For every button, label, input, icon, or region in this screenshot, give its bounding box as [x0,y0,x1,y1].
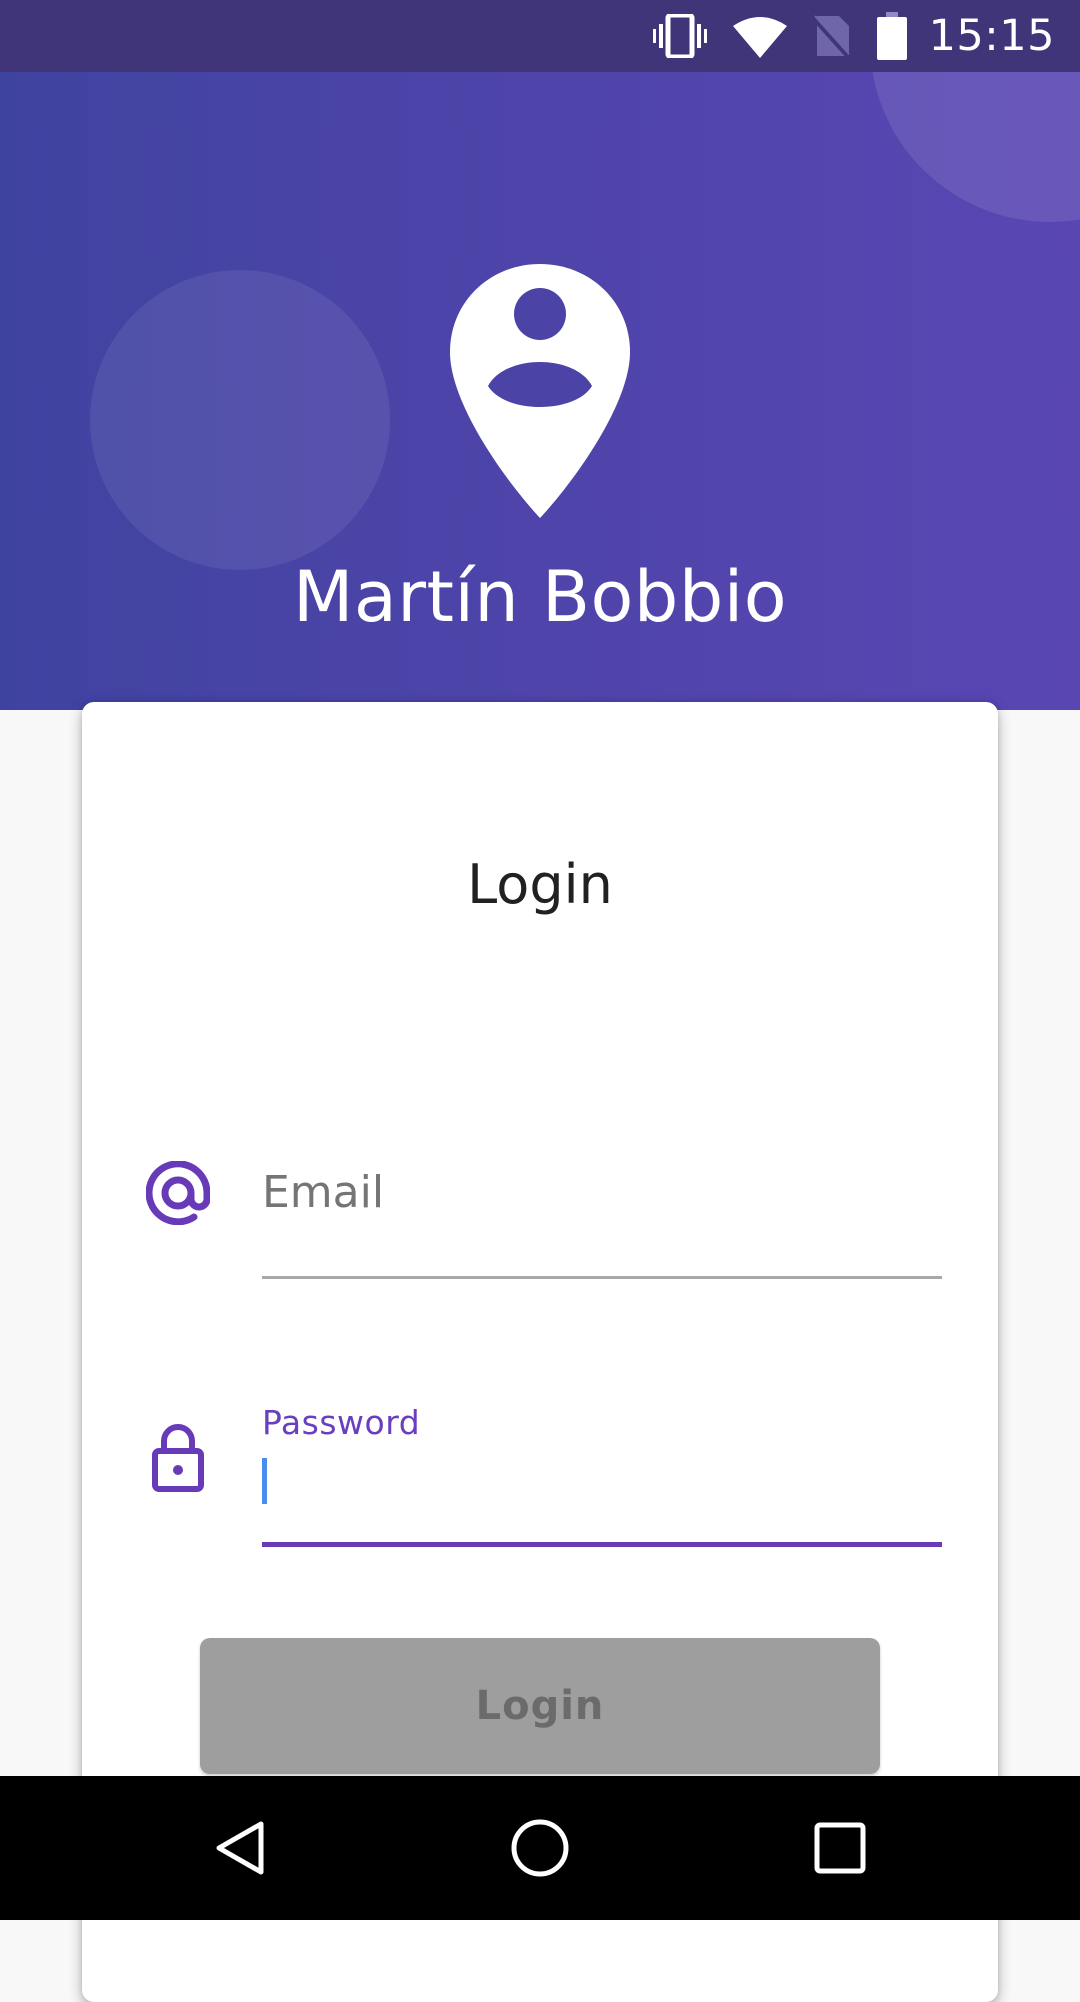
recents-button[interactable] [805,1813,875,1883]
login-title: Login [467,853,613,916]
wifi-icon [732,14,787,58]
home-icon [511,1819,569,1877]
email-field[interactable] [262,1152,942,1232]
status-bar: 15:15 [0,0,1080,72]
login-button[interactable]: Login [200,1638,880,1774]
profile-header: Martín Bobbio [0,72,1080,710]
home-button[interactable] [505,1813,575,1883]
password-input[interactable] [262,1452,942,1512]
email-input[interactable] [262,1152,942,1232]
vibrate-icon [652,14,707,58]
back-icon [216,1821,264,1875]
text-cursor [262,1458,267,1504]
email-underline [262,1276,942,1279]
lock-icon [148,1420,208,1496]
password-label: Password [262,1403,421,1442]
decorative-circle [90,270,390,570]
recents-icon [814,1822,866,1874]
password-underline [262,1542,942,1547]
battery-icon [876,12,907,60]
user-name: Martín Bobbio [292,556,788,638]
back-button[interactable] [206,1813,276,1883]
status-time: 15:15 [928,11,1055,61]
no-sim-icon [812,14,851,58]
decorative-circle [870,72,1080,222]
user-location-pin-icon [450,264,630,518]
navigation-bar [0,1776,1080,1920]
at-sign-icon [142,1157,214,1229]
